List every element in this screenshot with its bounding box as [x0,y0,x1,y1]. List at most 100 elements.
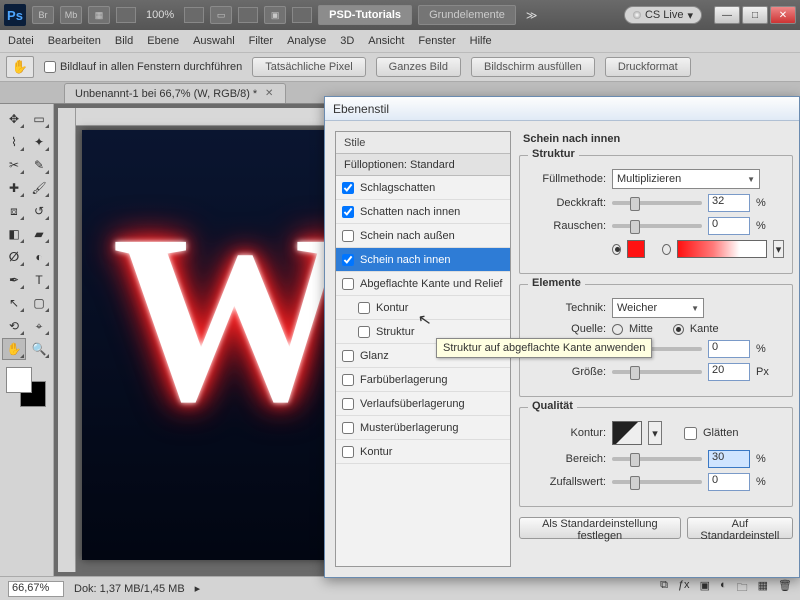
style-row-schein-nach-au-en[interactable]: Schein nach außen [336,224,510,248]
eraser-tool[interactable]: ◧ [2,223,26,245]
menu-analyse[interactable]: Analyse [287,35,326,47]
source-edge-radio[interactable] [673,324,684,335]
menu-filter[interactable]: Filter [249,35,273,47]
choke-input[interactable]: 0 [708,340,750,358]
3d-camera-tool[interactable]: ⌖ [27,315,51,337]
marquee-tool[interactable]: ▭ [27,108,51,130]
style-checkbox[interactable] [342,206,354,218]
opacity-slider[interactable] [612,201,702,205]
blur-tool[interactable]: ⵁ [2,246,26,268]
gradient-tool[interactable]: ▰ [27,223,51,245]
hand-tool[interactable]: ✋ [2,338,26,360]
style-checkbox[interactable] [342,398,354,410]
menu-3d[interactable]: 3D [340,35,354,47]
view-extras-button[interactable]: ▦ [88,6,110,24]
menu-bild[interactable]: Bild [115,35,133,47]
menu-fenster[interactable]: Fenster [418,35,455,47]
range-input[interactable]: 30 [708,450,750,468]
workspace-tab-grundelemente[interactable]: Grundelemente [418,5,516,25]
noise-slider[interactable] [612,224,702,228]
adjustment-icon[interactable]: ◐ [720,579,727,598]
blend-mode-select[interactable]: Multiplizieren [612,169,760,189]
crop-tool[interactable]: ✂ [2,154,26,176]
foreground-color-swatch[interactable] [6,367,32,393]
zoom-input[interactable]: 66,67% [8,581,64,597]
trash-icon[interactable]: 🗑 [778,579,792,598]
current-tool-hand[interactable]: ✋ [6,56,34,78]
size-slider[interactable] [612,370,702,374]
noise-input[interactable]: 0 [708,217,750,235]
fit-screen-button[interactable]: Ganzes Bild [376,57,461,77]
scroll-all-windows-checkbox[interactable]: Bildlauf in allen Fenstern durchführen [44,61,242,73]
arrange-dropdown[interactable] [238,7,258,23]
view-extras-dropdown[interactable] [116,7,136,23]
screenmode-dropdown[interactable] [292,7,312,23]
glow-color-swatch[interactable] [627,240,646,258]
screenmode-button[interactable]: ▣ [264,6,286,24]
minibridge-button[interactable]: Mb [60,6,82,24]
lasso-tool[interactable]: ⌇ [2,131,26,153]
color-radio[interactable] [612,244,621,255]
technique-select[interactable]: Weicher [612,298,704,318]
3d-tool[interactable]: ⟲ [2,315,26,337]
mask-icon[interactable]: ▣ [700,579,710,598]
style-row-abgeflachte-kante-und-relief[interactable]: Abgeflachte Kante und Relief [336,272,510,296]
workspace-more-icon[interactable]: ≫ [526,9,538,22]
menu-bearbeiten[interactable]: Bearbeiten [48,35,101,47]
close-document-icon[interactable]: ✕ [263,88,275,100]
style-checkbox[interactable] [342,230,354,242]
style-row-farb-berlagerung[interactable]: Farbüberlagerung [336,368,510,392]
link-icon[interactable]: ⧉ [660,579,668,598]
blending-options-row[interactable]: Fülloptionen: Standard [336,154,510,176]
menu-ebene[interactable]: Ebene [147,35,179,47]
source-center-radio[interactable] [612,324,623,335]
style-row-schlagschatten[interactable]: Schlagschatten [336,176,510,200]
style-checkbox[interactable] [342,182,354,194]
gradient-radio[interactable] [662,244,671,255]
gradient-menu-icon[interactable]: ▾ [773,240,784,258]
window-maximize-button[interactable]: □ [742,6,768,24]
style-row-schatten-nach-innen[interactable]: Schatten nach innen [336,200,510,224]
style-row-kontur[interactable]: Kontur [336,296,510,320]
menu-hilfe[interactable]: Hilfe [470,35,492,47]
shape-tool[interactable]: ▢ [27,292,51,314]
opacity-input[interactable]: 32 [708,194,750,212]
document-canvas[interactable]: W [82,130,352,560]
styles-list-header[interactable]: Stile [336,132,510,154]
jitter-input[interactable]: 0 [708,473,750,491]
cs-live-button[interactable]: CS Live ▾ [624,6,702,24]
window-minimize-button[interactable]: — [714,6,740,24]
style-checkbox[interactable] [342,278,354,290]
menu-auswahl[interactable]: Auswahl [193,35,235,47]
print-size-button[interactable]: Druckformat [605,57,691,77]
size-input[interactable]: 20 [708,363,750,381]
status-menu-icon[interactable]: ▸ [195,582,201,595]
color-swatches[interactable] [6,367,46,407]
wand-tool[interactable]: ✦ [27,131,51,153]
eyedropper-tool[interactable]: ✎ [27,154,51,176]
style-checkbox[interactable] [358,302,370,314]
path-select-tool[interactable]: ↖ [2,292,26,314]
fill-screen-button[interactable]: Bildschirm ausfüllen [471,57,595,77]
style-row-verlaufs-berlagerung[interactable]: Verlaufsüberlagerung [336,392,510,416]
style-checkbox[interactable] [358,326,370,338]
jitter-slider[interactable] [612,480,702,484]
contour-menu-icon[interactable]: ▾ [648,421,662,445]
document-tab[interactable]: Unbenannt-1 bei 66,7% (W, RGB/8) * ✕ [64,83,286,103]
reset-default-button[interactable]: Auf Standardeinstell [687,517,793,539]
zoom-tool[interactable]: 🔍 [27,338,51,360]
make-default-button[interactable]: Als Standardeinstellung festlegen [519,517,681,539]
style-row-schein-nach-innen[interactable]: Schein nach innen [336,248,510,272]
new-icon[interactable]: ▦ [758,579,768,598]
range-slider[interactable] [612,457,702,461]
antialias-checkbox[interactable] [684,427,697,440]
pen-tool[interactable]: ✒ [2,269,26,291]
arrange-button[interactable]: ▭ [210,6,232,24]
folder-icon[interactable]: 🗀 [737,579,748,598]
fx-icon[interactable]: ƒx [678,579,690,598]
contour-picker[interactable] [612,421,642,445]
glow-gradient-swatch[interactable] [677,240,768,258]
style-checkbox[interactable] [342,422,354,434]
menu-datei[interactable]: Datei [8,35,34,47]
stamp-tool[interactable]: ⧈ [2,200,26,222]
